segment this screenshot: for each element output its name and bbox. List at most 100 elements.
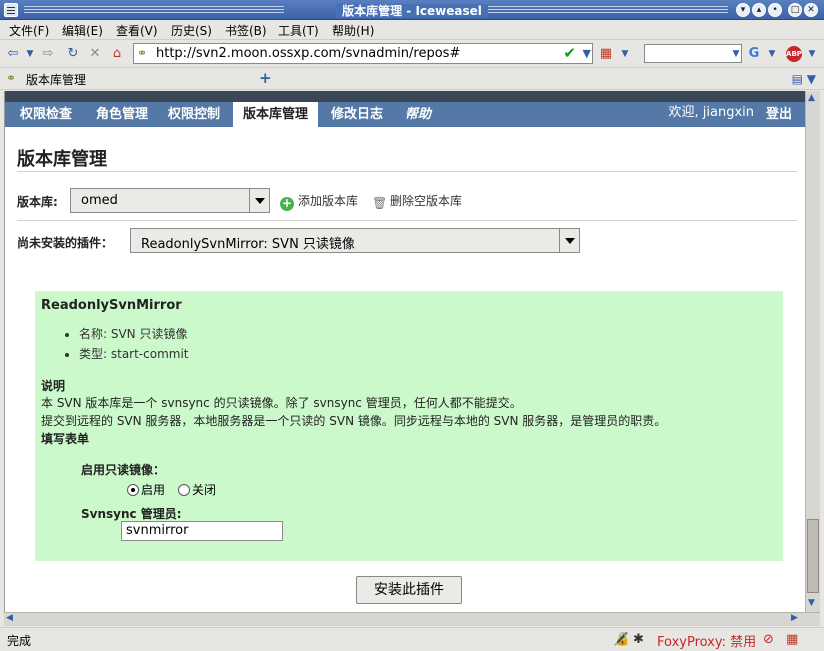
- maximize-icon[interactable]: □: [788, 3, 802, 17]
- logout-link[interactable]: 登出: [766, 102, 792, 127]
- chevron-down-icon[interactable]: [559, 229, 579, 252]
- form-heading: 填写表单: [41, 432, 90, 446]
- shade-icon[interactable]: ▴: [752, 3, 766, 17]
- menu-edit[interactable]: 编辑(E): [62, 22, 103, 39]
- enable-mirror-label: 启用只读镜像：: [81, 463, 166, 477]
- close-icon[interactable]: ✕: [804, 3, 818, 17]
- delete-empty-repo-label: 删除空版本库: [390, 194, 463, 208]
- add-repo-button[interactable]: + 添加版本库: [280, 192, 358, 211]
- nav-change-log[interactable]: 修改日志: [321, 102, 393, 127]
- tab-site-icon: ⚭: [6, 71, 17, 85]
- navigation-toolbar: ⇦ ▼ ⇨ ↻ ✕ ⌂ ⚭ http://svn2.moon.ossxp.com…: [0, 40, 824, 68]
- go-check-icon[interactable]: ✔: [563, 44, 576, 62]
- url-dropdown-icon[interactable]: ▼: [583, 47, 591, 60]
- nav-help[interactable]: 帮助: [395, 102, 441, 127]
- site-icon: ⚭: [137, 46, 148, 60]
- menu-view[interactable]: 查看(V): [116, 22, 158, 39]
- back-dropdown-icon[interactable]: ▼: [22, 46, 38, 62]
- trash-icon: 🗑: [372, 196, 388, 210]
- reload-icon[interactable]: ↻: [65, 46, 81, 62]
- foxyproxy-status[interactable]: FoxyProxy: 禁用: [657, 631, 756, 650]
- divider: [17, 171, 797, 172]
- header-strip: [5, 91, 805, 102]
- search-dropdown-icon[interactable]: ▼: [764, 46, 780, 62]
- radio-enable-label: 启用: [141, 483, 166, 497]
- nav-repo-management[interactable]: 版本库管理: [233, 102, 319, 127]
- plugin-name: ReadonlySvnMirror: [41, 298, 182, 313]
- menu-tools[interactable]: 工具(T): [278, 22, 319, 39]
- plugin-label: 尚未安装的插件：: [17, 236, 114, 250]
- feed-icon[interactable]: ▦: [598, 46, 614, 62]
- tab-bar: ⚭ 版本库管理 + ▤ ▼: [0, 68, 824, 90]
- welcome-text: 欢迎, jiangxin: [668, 105, 755, 120]
- plugin-select[interactable]: ReadonlySvnMirror: SVN 只读镜像: [130, 228, 580, 253]
- horizontal-scrollbar[interactable]: ◀ ▶: [4, 612, 820, 626]
- app-navigation: 权限检查 角色管理 权限控制 版本库管理 修改日志 帮助 欢迎, jiangxi…: [5, 102, 805, 127]
- minimize-icon[interactable]: ▾: [736, 3, 750, 17]
- window-titlebar: 版本库管理 - Iceweasel ▾ ▴ • □ ✕: [0, 0, 824, 20]
- repo-select[interactable]: omed: [70, 188, 270, 213]
- stop-icon[interactable]: ✕: [87, 46, 103, 62]
- delete-empty-repo-button[interactable]: 🗑 删除空版本库: [372, 192, 462, 210]
- google-icon[interactable]: G: [746, 46, 762, 62]
- scroll-up-icon[interactable]: ▲: [808, 93, 815, 103]
- description-heading: 说明: [41, 379, 66, 393]
- radio-enable[interactable]: 启用: [127, 481, 165, 498]
- menu-help[interactable]: 帮助(H): [332, 22, 374, 39]
- vertical-scrollbar[interactable]: ▲ ▼: [805, 91, 820, 612]
- install-plugin-button[interactable]: 安装此插件: [356, 576, 462, 604]
- scroll-left-icon[interactable]: ◀: [6, 613, 13, 623]
- add-icon: +: [280, 196, 294, 211]
- fox-icon[interactable]: ✱: [633, 632, 644, 647]
- chevron-down-icon[interactable]: [249, 189, 269, 212]
- list-item: 名称: SVN 只读镜像: [79, 325, 189, 342]
- plugin-panel: ReadonlySvnMirror 名称: SVN 只读镜像 类型: start…: [35, 291, 783, 561]
- admin-label: Svnsync 管理员:: [81, 507, 182, 521]
- adblock-dropdown-icon[interactable]: ▼: [804, 46, 820, 62]
- status-text: 完成: [7, 634, 32, 648]
- tab-list-icon[interactable]: ▤ ▼: [792, 72, 816, 86]
- repo-select-value: omed: [81, 193, 118, 208]
- security-icon[interactable]: 🔏: [613, 632, 629, 647]
- scroll-down-icon[interactable]: ▼: [808, 598, 815, 608]
- radio-disable-circle[interactable]: [178, 484, 190, 496]
- url-text[interactable]: http://svn2.moon.ossxp.com/svnadmin/repo…: [156, 46, 460, 61]
- forward-icon[interactable]: ⇨: [40, 46, 56, 62]
- search-engine-dropdown-icon[interactable]: ▼: [728, 46, 744, 62]
- description-line: 本 SVN 版本库是一个 svnsync 的只读镜像。除了 svnsync 管理…: [41, 396, 522, 410]
- feed-dropdown-icon[interactable]: ▼: [617, 46, 633, 62]
- back-icon[interactable]: ⇦: [5, 46, 21, 62]
- scrollbar-thumb[interactable]: [807, 519, 819, 593]
- radio-enable-circle[interactable]: [127, 484, 139, 496]
- radio-disable-label: 关闭: [192, 483, 217, 497]
- repo-label: 版本库:: [17, 195, 58, 209]
- home-icon[interactable]: ⌂: [109, 46, 125, 62]
- divider: [17, 220, 797, 221]
- menu-file[interactable]: 文件(F): [9, 22, 49, 39]
- tab-label[interactable]: 版本库管理: [26, 71, 86, 88]
- nav-permission-check[interactable]: 权限检查: [10, 102, 82, 127]
- plugin-select-value: ReadonlySvnMirror: SVN 只读镜像: [141, 237, 355, 252]
- menu-bar: 文件(F) 编辑(E) 查看(V) 历史(S) 书签(B) 工具(T) 帮助(H…: [0, 20, 824, 40]
- rss-icon[interactable]: ▦: [786, 632, 798, 647]
- menu-history[interactable]: 历史(S): [171, 22, 212, 39]
- add-repo-label: 添加版本库: [298, 194, 359, 208]
- scroll-right-icon[interactable]: ▶: [791, 613, 798, 623]
- status-bar: 完成 🔏 ✱ FoxyProxy: 禁用 ⊘ ▦: [0, 627, 824, 651]
- admin-input[interactable]: svnmirror: [121, 521, 283, 541]
- url-bar[interactable]: ⚭ http://svn2.moon.ossxp.com/svnadmin/re…: [133, 43, 593, 64]
- window-title: 版本库管理 - Iceweasel: [336, 4, 488, 18]
- radio-disable[interactable]: 关闭: [178, 481, 216, 498]
- nav-role-management[interactable]: 角色管理: [86, 102, 158, 127]
- adblock-icon[interactable]: ABP: [786, 46, 802, 62]
- description-line: 提交到远程的 SVN 服务器，本地服务器是一个只读的 SVN 镜像。同步远程与本…: [41, 414, 667, 428]
- page-title: 版本库管理: [17, 149, 107, 170]
- new-tab-icon[interactable]: +: [259, 69, 272, 87]
- block-icon[interactable]: ⊘: [763, 632, 774, 647]
- nav-permission-control[interactable]: 权限控制: [158, 102, 230, 127]
- menu-bookmarks[interactable]: 书签(B): [225, 22, 267, 39]
- plugin-details: 名称: SVN 只读镜像 类型: start-commit: [61, 325, 189, 365]
- list-item: 类型: start-commit: [79, 345, 189, 362]
- stick-icon[interactable]: •: [768, 3, 782, 17]
- page-viewport: 权限检查 角色管理 权限控制 版本库管理 修改日志 帮助 欢迎, jiangxi…: [4, 91, 805, 612]
